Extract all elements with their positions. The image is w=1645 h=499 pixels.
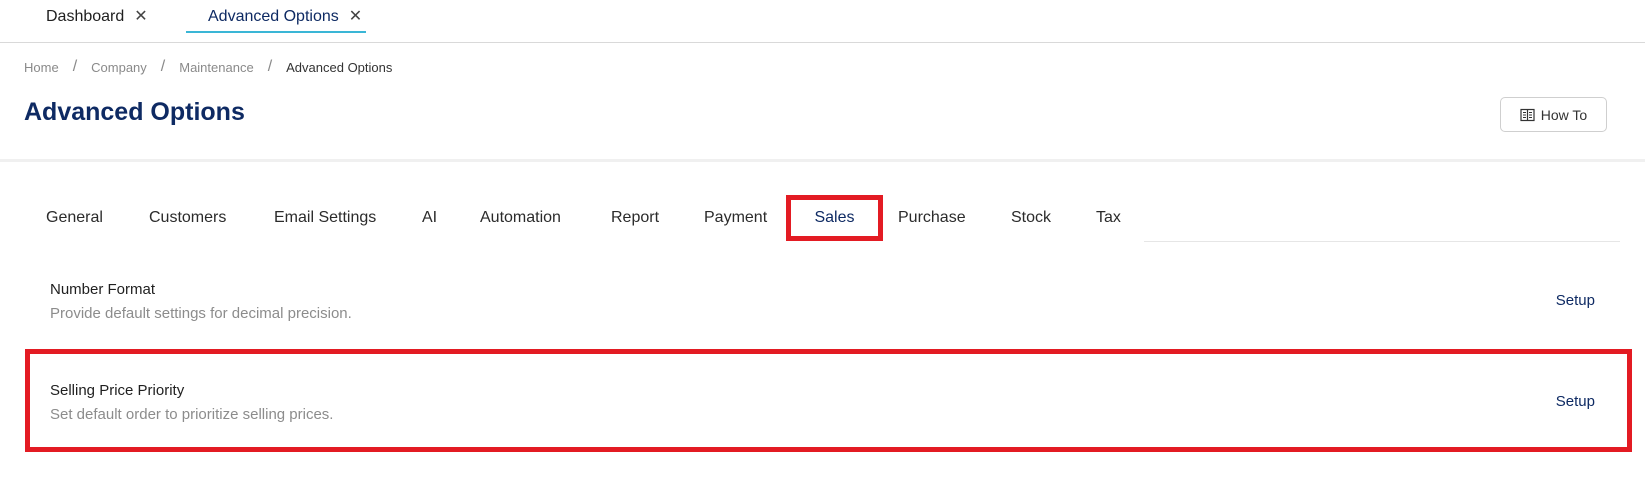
close-icon[interactable]: ✕ xyxy=(134,8,147,25)
tab-report[interactable]: Report xyxy=(611,195,659,241)
setting-title: Selling Price Priority xyxy=(50,382,185,399)
breadcrumb-current: Advanced Options xyxy=(286,59,393,75)
tab-dashboard[interactable]: Dashboard ✕ xyxy=(46,0,148,33)
setting-row-selling-price-priority: Selling Price Priority Set default order… xyxy=(50,382,1595,423)
tab-ai[interactable]: AI xyxy=(422,195,437,241)
tab-purchase[interactable]: Purchase xyxy=(898,195,966,241)
tab-general[interactable]: General xyxy=(46,195,103,241)
breadcrumb-maintenance[interactable]: Maintenance xyxy=(179,60,253,75)
breadcrumb-home[interactable]: Home xyxy=(24,60,59,75)
breadcrumb-separator: / xyxy=(160,58,166,75)
tab-label: Advanced Options xyxy=(208,7,339,25)
how-to-label: How To xyxy=(1540,106,1588,123)
close-icon[interactable]: ✕ xyxy=(349,8,362,25)
header-divider xyxy=(0,159,1645,162)
tab-customers[interactable]: Customers xyxy=(149,195,226,241)
tab-advanced-options[interactable]: Advanced Options ✕ xyxy=(186,0,366,33)
tab-automation[interactable]: Automation xyxy=(480,195,561,241)
selling-price-priority-setup-link[interactable]: Setup xyxy=(1556,393,1595,410)
setting-description: Set default order to prioritize selling … xyxy=(50,406,334,423)
how-to-button[interactable]: How To xyxy=(1500,97,1607,132)
tab-stock[interactable]: Stock xyxy=(1011,195,1051,241)
setting-description: Provide default settings for decimal pre… xyxy=(50,305,352,322)
app-root: Dashboard ✕ Advanced Options ✕ Home / Co… xyxy=(0,0,1645,499)
page-title: Advanced Options xyxy=(24,98,245,126)
breadcrumb: Home / Company / Maintenance / Advanced … xyxy=(24,58,392,76)
number-format-setup-link[interactable]: Setup xyxy=(1556,292,1595,309)
setting-row-number-format: Number Format Provide default settings f… xyxy=(50,281,1595,322)
book-icon xyxy=(1520,108,1535,121)
document-tabs: Dashboard ✕ Advanced Options ✕ xyxy=(0,0,1645,43)
tab-payment[interactable]: Payment xyxy=(704,195,767,241)
tabs-divider xyxy=(1144,241,1620,242)
tab-email-settings[interactable]: Email Settings xyxy=(274,195,376,241)
tab-tax[interactable]: Tax xyxy=(1096,195,1121,241)
breadcrumb-separator: / xyxy=(72,58,78,75)
tab-label: Dashboard xyxy=(46,7,125,25)
tab-sales[interactable]: Sales xyxy=(786,195,883,241)
setting-title: Number Format xyxy=(50,281,156,298)
breadcrumb-separator: / xyxy=(267,58,273,75)
breadcrumb-company[interactable]: Company xyxy=(91,60,147,75)
